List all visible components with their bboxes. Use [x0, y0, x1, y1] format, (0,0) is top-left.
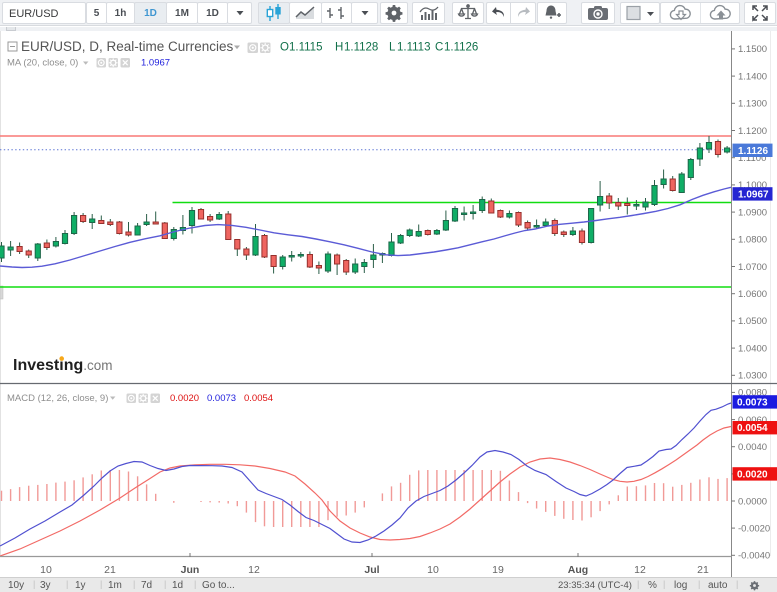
svg-text:21: 21: [697, 564, 709, 576]
svg-text:0.0073: 0.0073: [737, 397, 768, 408]
svg-text:1.0967: 1.0967: [141, 58, 170, 69]
svg-text:0.0020: 0.0020: [737, 469, 768, 480]
svg-text:19: 19: [492, 564, 504, 576]
svg-text:1.0800: 1.0800: [738, 235, 767, 246]
svg-text:12: 12: [634, 564, 646, 576]
svg-text:1.0400: 1.0400: [738, 343, 767, 354]
svg-text:1.1500: 1.1500: [738, 44, 767, 55]
svg-text:21: 21: [104, 564, 116, 576]
svg-text:1.0600: 1.0600: [738, 289, 767, 300]
svg-text:1.0500: 1.0500: [738, 316, 767, 327]
svg-text:0.0054: 0.0054: [244, 393, 273, 404]
svg-text:1.1126: 1.1126: [738, 146, 768, 157]
svg-text:10: 10: [427, 564, 439, 576]
svg-text:0.0000: 0.0000: [738, 496, 767, 507]
svg-text:10: 10: [40, 564, 52, 576]
svg-text:EUR/USD, D, Real-time Currenci: EUR/USD, D, Real-time Currencies: [21, 39, 234, 54]
svg-text:Jun: Jun: [181, 564, 200, 576]
svg-text:MA (20, close, 0): MA (20, close, 0): [7, 58, 78, 69]
svg-text:1.0300: 1.0300: [738, 371, 767, 382]
svg-text:1.1300: 1.1300: [738, 99, 767, 110]
svg-text:Jul: Jul: [364, 564, 379, 576]
svg-text:0.0040: 0.0040: [738, 442, 767, 453]
svg-text:1.1200: 1.1200: [738, 126, 767, 137]
svg-text:12: 12: [248, 564, 260, 576]
svg-text:1.0700: 1.0700: [738, 262, 767, 273]
svg-text:1.0900: 1.0900: [738, 207, 767, 218]
svg-text:MACD (12, 26, close, 9): MACD (12, 26, close, 9): [7, 393, 108, 404]
svg-text:0.0020: 0.0020: [170, 393, 199, 404]
svg-text:1.0967: 1.0967: [738, 189, 769, 200]
svg-text:Aug: Aug: [568, 564, 588, 576]
svg-text:1.1400: 1.1400: [738, 71, 767, 82]
svg-text:0.0054: 0.0054: [737, 423, 768, 434]
svg-text:-0.0040: -0.0040: [738, 551, 770, 562]
svg-text:-0.0020: -0.0020: [738, 523, 770, 534]
svg-text:0.0073: 0.0073: [207, 393, 236, 404]
